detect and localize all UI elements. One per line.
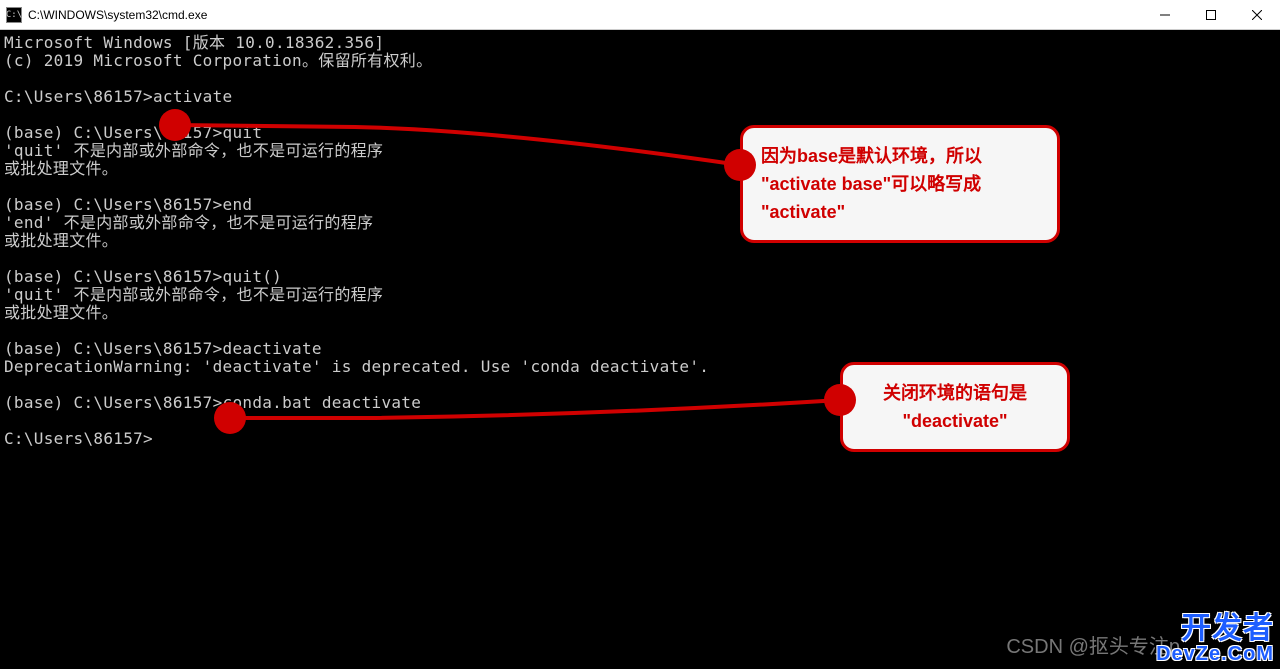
titlebar-left: C:\ C:\WINDOWS\system32\cmd.exe — [6, 7, 207, 23]
watermark-line: DevZe.CoM — [1156, 644, 1274, 665]
minimize-button[interactable] — [1142, 0, 1188, 30]
titlebar[interactable]: C:\ C:\WINDOWS\system32\cmd.exe — [0, 0, 1280, 30]
callout-line: "activate" — [761, 198, 1039, 226]
annotation-callout-deactivate: 关闭环境的语句是 "deactivate" — [840, 362, 1070, 452]
callout-line: "deactivate" — [861, 407, 1049, 435]
callout-line: 因为base是默认环境，所以 — [761, 142, 1039, 170]
cmd-window: C:\ C:\WINDOWS\system32\cmd.exe Microsof… — [0, 0, 1280, 669]
watermark-line: 开发者 — [1156, 613, 1274, 645]
window-title: C:\WINDOWS\system32\cmd.exe — [28, 8, 207, 22]
cmd-icon: C:\ — [6, 7, 22, 23]
callout-line: 关闭环境的语句是 — [861, 379, 1049, 407]
terminal-output[interactable]: Microsoft Windows [版本 10.0.18362.356] (c… — [0, 30, 1280, 452]
maximize-button[interactable] — [1188, 0, 1234, 30]
watermark-devze: 开发者 DevZe.CoM — [1156, 613, 1274, 666]
watermark-csdn: CSDN @抠头专注p — [1006, 630, 1180, 659]
window-controls — [1142, 0, 1280, 30]
callout-line: "activate base"可以略写成 — [761, 170, 1039, 198]
close-button[interactable] — [1234, 0, 1280, 30]
annotation-callout-activate: 因为base是默认环境，所以 "activate base"可以略写成 "act… — [740, 125, 1060, 243]
